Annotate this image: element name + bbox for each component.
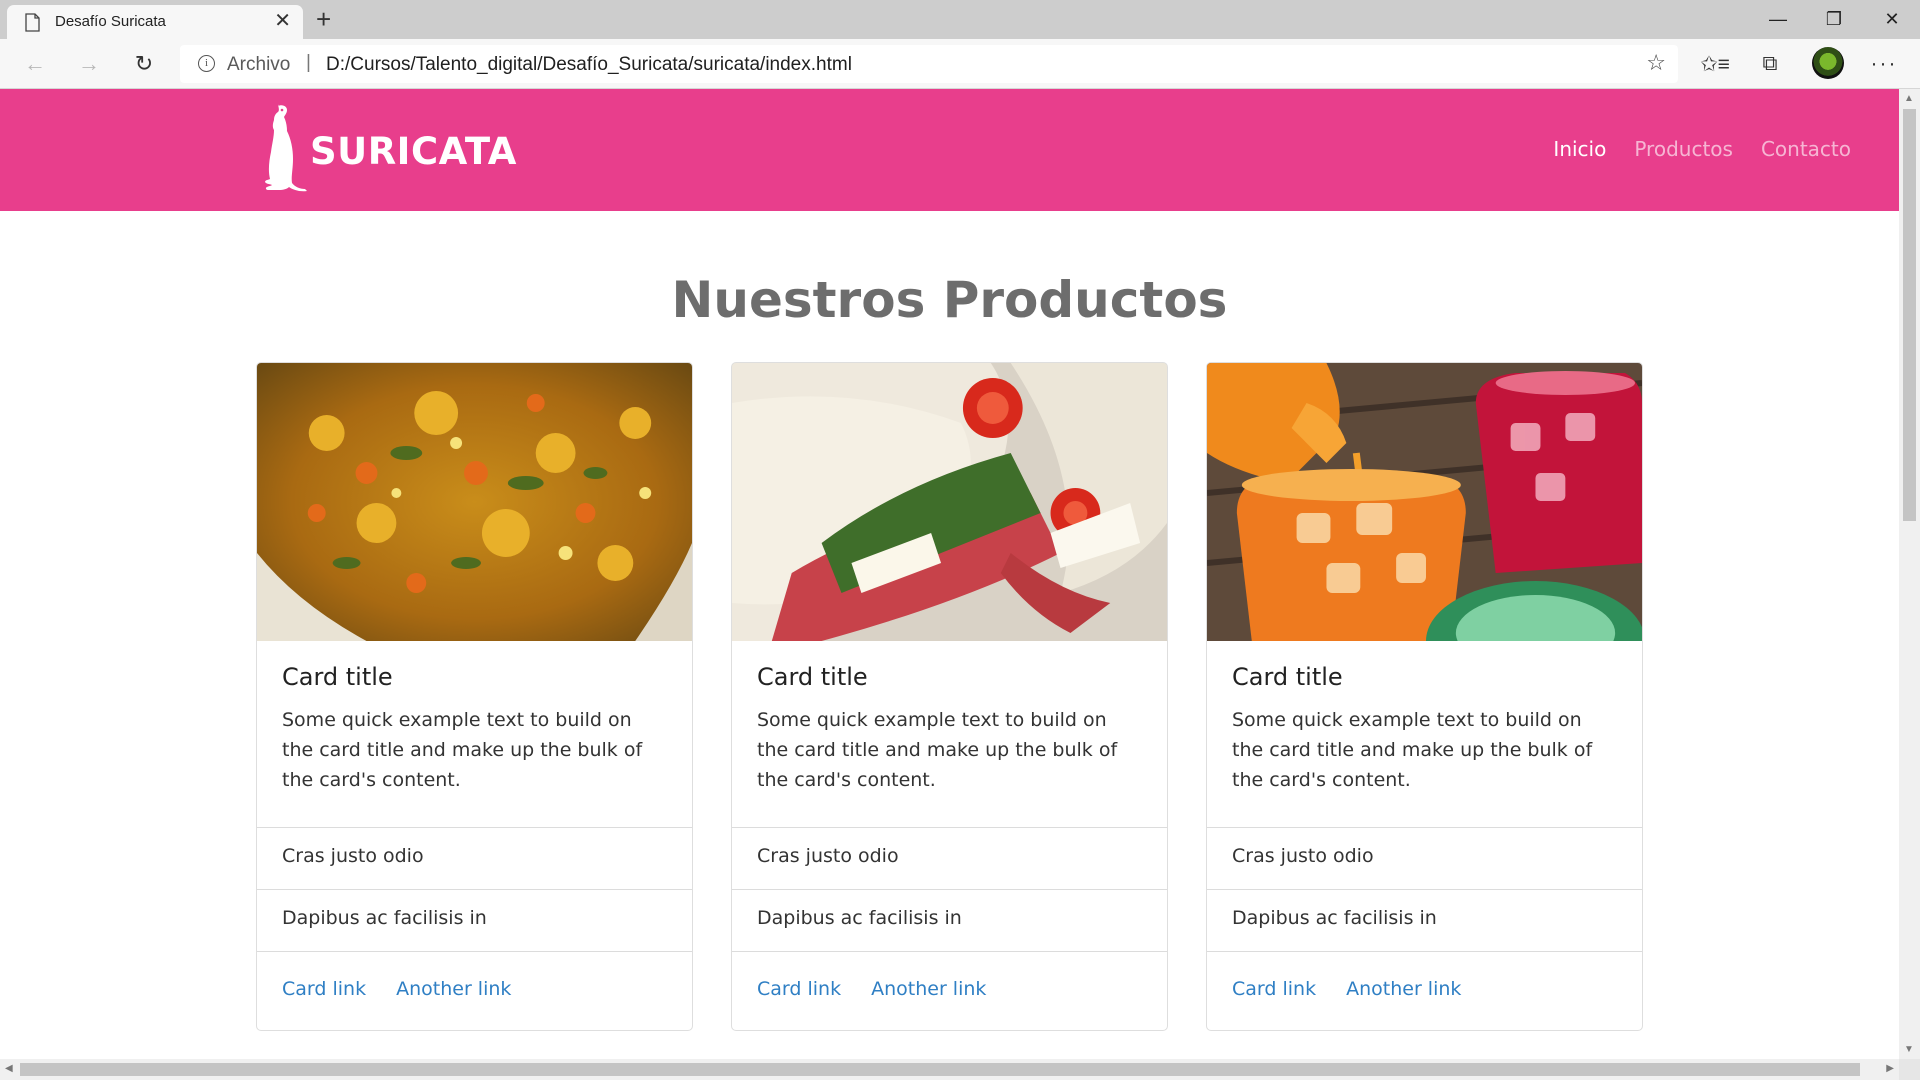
scroll-down-icon[interactable]: ▼ (1904, 1044, 1914, 1055)
profile-icon[interactable] (1812, 47, 1844, 79)
info-icon[interactable]: i (198, 55, 215, 72)
horizontal-scroll-thumb[interactable] (20, 1063, 1860, 1076)
list-item: Cras justo odio (732, 827, 1167, 889)
nav-link-contacto[interactable]: Contacto (1761, 137, 1851, 161)
address-url[interactable]: D:/Cursos/Talento_digital/Desafío_Surica… (326, 54, 852, 76)
list-item: Dapibus ac facilisis in (257, 889, 692, 951)
reload-button[interactable]: ↻ (127, 47, 161, 81)
vegetable-stew-image (257, 363, 692, 641)
scroll-up-icon[interactable]: ▲ (1904, 93, 1914, 104)
address-separator: | (306, 52, 311, 73)
close-window-button[interactable]: ✕ (1864, 0, 1920, 39)
tab-title: Desafío Suricata (55, 13, 166, 30)
scroll-left-icon[interactable]: ◀ (5, 1063, 13, 1074)
scroll-right-icon[interactable]: ▶ (1886, 1063, 1894, 1074)
card-body: Card title Some quick example text to bu… (1207, 641, 1642, 827)
card-text: Some quick example text to build on the … (757, 709, 1118, 791)
iced-drinks-image (1207, 363, 1642, 641)
list-item: Dapibus ac facilisis in (1207, 889, 1642, 951)
card-body: Card title Some quick example text to bu… (732, 641, 1167, 827)
more-icon[interactable]: ··· (1868, 48, 1900, 80)
card-text: Some quick example text to build on the … (1232, 709, 1593, 791)
address-field[interactable]: i Archivo | D:/Cursos/Talento_digital/De… (180, 45, 1678, 83)
back-button[interactable]: ← (18, 47, 52, 81)
card-title: Card title (282, 663, 393, 691)
collections-icon[interactable]: ⧉ (1754, 48, 1786, 80)
card-link[interactable]: Card link (1232, 978, 1316, 1030)
page-title: Nuestros Productos (671, 271, 1228, 329)
star-icon[interactable]: ☆ (1646, 50, 1666, 76)
new-tab-button[interactable]: + (316, 4, 331, 34)
address-bar-row: ← → ↻ i Archivo | D:/Cursos/Talento_digi… (0, 39, 1920, 89)
vertical-scrollbar[interactable]: ▲ ▼ (1899, 89, 1920, 1059)
another-link[interactable]: Another link (871, 978, 986, 1030)
address-scheme: Archivo (227, 54, 291, 75)
favorites-icon[interactable]: ✩≡ (1699, 48, 1731, 80)
sandwich-image (732, 363, 1167, 641)
vertical-scroll-thumb[interactable] (1903, 109, 1916, 521)
horizontal-scrollbar[interactable]: ◀ ▶ (0, 1059, 1899, 1080)
list-item: Dapibus ac facilisis in (732, 889, 1167, 951)
nav-link-inicio[interactable]: Inicio (1553, 137, 1606, 161)
page-icon (25, 13, 40, 32)
tab-close-icon[interactable]: ✕ (274, 10, 291, 32)
brand-logo[interactable]: SURICATA (258, 103, 517, 199)
product-card: Card title Some quick example text to bu… (731, 362, 1168, 1031)
card-text: Some quick example text to build on the … (282, 709, 643, 791)
site-navbar: SURICATA Inicio Productos Contacto (0, 89, 1899, 211)
another-link[interactable]: Another link (396, 978, 511, 1030)
main-nav: Inicio Productos Contacto (1553, 137, 1851, 161)
product-card: Card title Some quick example text to bu… (1206, 362, 1643, 1031)
card-body: Card title Some quick example text to bu… (257, 641, 692, 827)
another-link[interactable]: Another link (1346, 978, 1461, 1030)
card-link[interactable]: Card link (757, 978, 841, 1030)
list-item: Cras justo odio (257, 827, 692, 889)
brand-name: SURICATA (310, 129, 517, 173)
card-links: Card link Another link (1207, 951, 1642, 1030)
card-link[interactable]: Card link (282, 978, 366, 1030)
forward-button[interactable]: → (72, 47, 106, 81)
product-card: Card title Some quick example text to bu… (256, 362, 693, 1031)
meerkat-icon (265, 104, 307, 192)
restore-button[interactable]: ❐ (1806, 0, 1862, 39)
card-links: Card link Another link (732, 951, 1167, 1030)
card-links: Card link Another link (257, 951, 692, 1030)
scrollbar-corner (1899, 1059, 1920, 1080)
list-item: Cras justo odio (1207, 827, 1642, 889)
card-title: Card title (1232, 663, 1343, 691)
minimize-button[interactable]: — (1750, 0, 1806, 39)
nav-link-productos[interactable]: Productos (1634, 137, 1733, 161)
browser-tab[interactable]: Desafío Suricata ✕ (7, 5, 303, 39)
card-title: Card title (757, 663, 868, 691)
page-viewport: SURICATA Inicio Productos Contacto Nuest… (0, 89, 1899, 1059)
tab-strip: Desafío Suricata ✕ + — ❐ ✕ (0, 0, 1920, 39)
